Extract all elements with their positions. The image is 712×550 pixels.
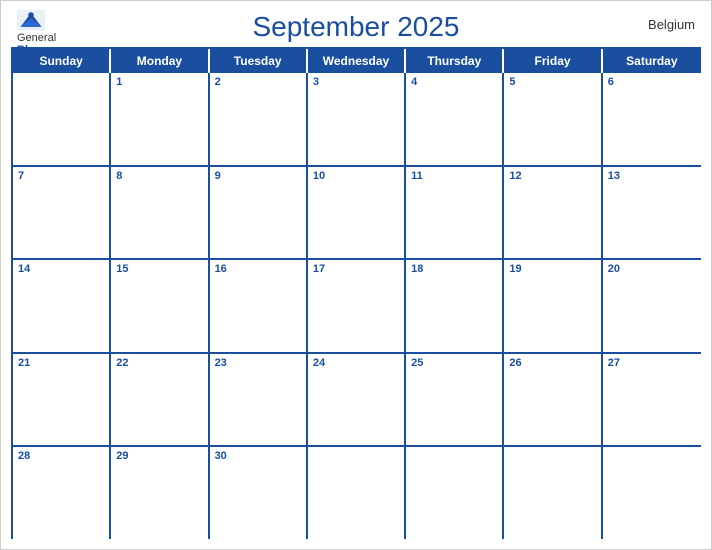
day-number: 14 — [18, 263, 104, 275]
day-cell: 29 — [111, 447, 209, 539]
week-row-1: 1 2345 6 — [13, 73, 701, 167]
day-cell: 10 — [308, 167, 406, 259]
day-cell: 7 — [13, 167, 111, 259]
day-cell: 14 — [13, 260, 111, 352]
week-row-2: 78 9 10 11 12 13 — [13, 167, 701, 261]
day-cell: 20 — [603, 260, 701, 352]
day-number: 20 — [608, 263, 696, 275]
day-header-monday: Monday — [111, 49, 209, 73]
logo: General Blue — [17, 9, 56, 56]
day-header-tuesday: Tuesday — [210, 49, 308, 73]
day-number: 2 — [215, 76, 301, 88]
day-cell: 8 — [111, 167, 209, 259]
day-cell — [504, 447, 602, 539]
day-header-thursday: Thursday — [406, 49, 504, 73]
day-cell: 21 — [13, 354, 111, 446]
day-number: 19 — [509, 263, 595, 275]
day-number: 13 — [608, 170, 696, 182]
day-number: 5 — [509, 76, 595, 88]
day-number: 4 — [411, 76, 497, 88]
day-headers: SundayMondayTuesdayWednesdayThursdayFrid… — [13, 49, 701, 73]
week-row-3: 14 15 16 17 18 19 20 — [13, 260, 701, 354]
day-cell: 4 — [406, 73, 504, 165]
day-number: 17 — [313, 263, 399, 275]
day-cell: 18 — [406, 260, 504, 352]
day-number: 26 — [509, 357, 595, 369]
day-cell: 30 — [210, 447, 308, 539]
day-cell — [308, 447, 406, 539]
day-number: 1 — [116, 76, 202, 88]
day-cell: 26 — [504, 354, 602, 446]
day-number: 3 — [313, 76, 399, 88]
calendar: General Blue September 2025 Belgium Sund… — [0, 0, 712, 550]
day-number: 11 — [411, 170, 497, 182]
day-number: 29 — [116, 450, 202, 462]
day-number: 12 — [509, 170, 595, 182]
day-cell: 13 — [603, 167, 701, 259]
day-header-wednesday: Wednesday — [308, 49, 406, 73]
day-cell: 23 — [210, 354, 308, 446]
day-number: 15 — [116, 263, 202, 275]
day-number: 16 — [215, 263, 301, 275]
day-cell: 24 — [308, 354, 406, 446]
day-cell: 16 — [210, 260, 308, 352]
day-number: 21 — [18, 357, 104, 369]
logo-blue-text: Blue — [17, 44, 41, 56]
calendar-title: September 2025 — [252, 11, 459, 43]
day-cell: 11 — [406, 167, 504, 259]
day-cell: 1 — [111, 73, 209, 165]
week-row-5: 28 29 30 — [13, 447, 701, 539]
day-cell — [13, 73, 111, 165]
weeks-container: 1234567891011121314151617181920212223242… — [13, 73, 701, 539]
day-number: 7 — [18, 170, 104, 182]
week-row-4: 21 22 23 24 25 26 27 — [13, 354, 701, 448]
day-cell: 17 — [308, 260, 406, 352]
day-cell: 25 — [406, 354, 504, 446]
calendar-header: General Blue September 2025 Belgium — [1, 1, 711, 47]
day-cell: 6 — [603, 73, 701, 165]
day-cell: 2 — [210, 73, 308, 165]
calendar-grid: SundayMondayTuesdayWednesdayThursdayFrid… — [11, 47, 701, 539]
day-cell: 12 — [504, 167, 602, 259]
day-cell: 27 — [603, 354, 701, 446]
day-cell: 15 — [111, 260, 209, 352]
day-number: 28 — [18, 450, 104, 462]
day-number: 23 — [215, 357, 301, 369]
day-number: 6 — [608, 76, 696, 88]
day-header-friday: Friday — [504, 49, 602, 73]
day-cell: 28 — [13, 447, 111, 539]
day-number: 27 — [608, 357, 696, 369]
day-number: 25 — [411, 357, 497, 369]
day-number: 22 — [116, 357, 202, 369]
day-header-saturday: Saturday — [603, 49, 701, 73]
day-cell — [603, 447, 701, 539]
day-cell: 19 — [504, 260, 602, 352]
country-label: Belgium — [648, 17, 695, 32]
day-number: 9 — [215, 170, 301, 182]
day-cell: 5 — [504, 73, 602, 165]
day-number: 8 — [116, 170, 202, 182]
day-number: 18 — [411, 263, 497, 275]
day-number: 10 — [313, 170, 399, 182]
day-cell: 22 — [111, 354, 209, 446]
day-cell — [406, 447, 504, 539]
day-number: 30 — [215, 450, 301, 462]
day-number: 24 — [313, 357, 399, 369]
day-cell: 3 — [308, 73, 406, 165]
day-cell: 9 — [210, 167, 308, 259]
logo-general-text: General — [17, 32, 56, 44]
